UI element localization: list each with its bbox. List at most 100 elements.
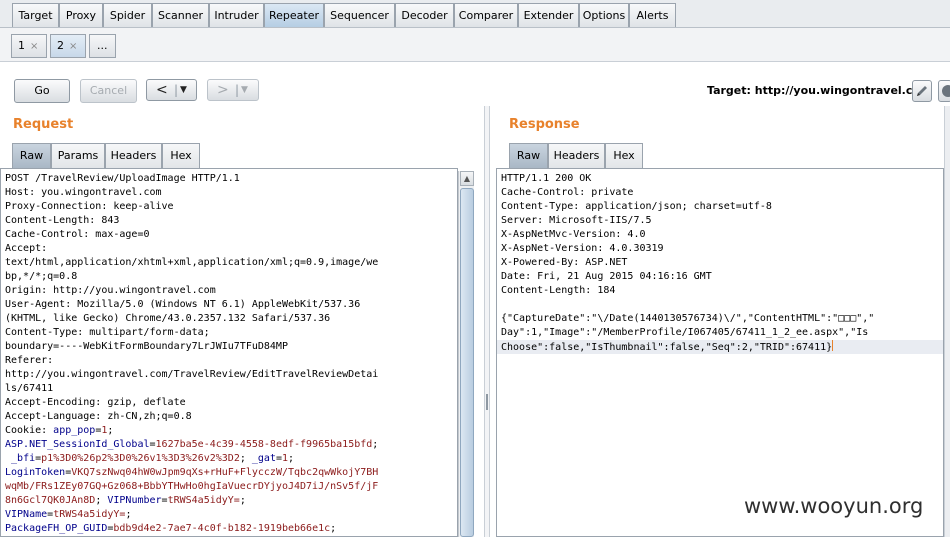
scroll-up-icon[interactable]: ▲ bbox=[460, 171, 474, 186]
question-icon[interactable] bbox=[938, 80, 950, 102]
editor-line: 8n6Gcl7QK0JAn8D; VIPNumber=tRWS4a5idyY=; bbox=[1, 494, 457, 508]
cancel-button[interactable]: Cancel bbox=[80, 79, 137, 103]
cookie-value: VKQ7szNwq04hW0wJpm9qXs+rHuF+FlycczW/Tqbc… bbox=[71, 467, 379, 478]
tab-proxy[interactable]: Proxy bbox=[59, 3, 103, 27]
tab-repeater[interactable]: Repeater bbox=[264, 3, 324, 27]
cookie-value: wqMb/FRs1ZEy07GQ+Gz068+BbbYTHwHo0hgIaVue… bbox=[5, 481, 379, 492]
main-tab-bar: Target Proxy Spider Scanner Intruder Rep… bbox=[0, 0, 950, 28]
tab-intruder[interactable]: Intruder bbox=[209, 3, 264, 27]
tab-comparer[interactable]: Comparer bbox=[454, 3, 518, 27]
line-text: Proxy-Connection: keep-alive bbox=[5, 201, 174, 212]
cookie-name: VIPNumber bbox=[107, 495, 162, 506]
cookie-name: LoginToken bbox=[5, 467, 66, 478]
request-editor[interactable]: POST /TravelReview/UploadImage HTTP/1.1 H… bbox=[0, 168, 458, 537]
back-button[interactable]: < | ▼ bbox=[146, 79, 197, 101]
cookie-value: 1627ba5e-4c39-4558-8edf-f9965ba15bfd bbox=[155, 439, 373, 450]
line-text: Server: Microsoft-IIS/7.5 bbox=[501, 215, 652, 226]
tab-alerts[interactable]: Alerts bbox=[629, 3, 676, 27]
cookie-value: bdb9d4e2-7ae7-4c0f-b182-1919beb66e1c bbox=[113, 523, 331, 534]
repeater-tab-bar: 1 × 2 × ... bbox=[0, 28, 950, 62]
cookie-name: _gat bbox=[251, 453, 276, 464]
request-tab-headers[interactable]: Headers bbox=[105, 143, 162, 168]
editor-line: bp,*/*;q=0.8 bbox=[1, 270, 457, 284]
line-text: ; bbox=[95, 495, 108, 506]
editor-line: Host: you.wingontravel.com bbox=[1, 186, 457, 200]
editor-line: Proxy-Connection: keep-alive bbox=[1, 200, 457, 214]
editor-line: Cache-Control: private bbox=[497, 186, 943, 200]
editor-line: PackageFH_OP_GUID=bdb9d4e2-7ae7-4c0f-b18… bbox=[1, 522, 457, 536]
editor-line: User-Agent: Mozilla/5.0 (Windows NT 6.1)… bbox=[1, 298, 457, 312]
editor-line: wqMb/FRs1ZEy07GQ+Gz068+BbbYTHwHo0hgIaVue… bbox=[1, 480, 457, 494]
pencil-icon[interactable] bbox=[912, 80, 932, 102]
line-text: Referer: bbox=[5, 355, 54, 366]
request-scrollbar[interactable]: ▲ bbox=[458, 171, 474, 537]
line-text: HTTP/1.1 200 OK bbox=[501, 173, 592, 184]
cookie-value: tRWS4a5idyY= bbox=[167, 495, 240, 506]
right-edge-panel bbox=[944, 106, 950, 537]
request-tab-raw[interactable]: Raw bbox=[12, 143, 51, 168]
tab-spider[interactable]: Spider bbox=[103, 3, 152, 27]
button-separator: | bbox=[235, 83, 240, 97]
watermark: www.wooyun.org bbox=[744, 494, 924, 518]
line-text: Content-Type: multipart/form-data; bbox=[5, 327, 210, 338]
go-button[interactable]: Go bbox=[14, 79, 70, 103]
line-text: ; bbox=[372, 439, 379, 450]
line-text: ; bbox=[125, 509, 132, 520]
line-text: ; bbox=[330, 523, 337, 534]
close-icon[interactable]: × bbox=[69, 41, 77, 52]
chevron-left-icon: < bbox=[156, 82, 168, 98]
line-text: Cookie: bbox=[5, 425, 54, 436]
chevron-right-icon: > bbox=[217, 82, 229, 98]
editor-line: Choose":false,"IsThumbnail":false,"Seq":… bbox=[497, 340, 943, 354]
scroll-thumb[interactable] bbox=[460, 188, 474, 537]
line-text: Accept: bbox=[5, 243, 48, 254]
editor-line: Cache-Control: max-age=0 bbox=[1, 228, 457, 242]
repeater-tab-1[interactable]: 1 × bbox=[11, 34, 47, 58]
tab-decoder[interactable]: Decoder bbox=[395, 3, 454, 27]
response-tab-headers[interactable]: Headers bbox=[548, 143, 605, 168]
line-text: X-Powered-By: ASP.NET bbox=[501, 257, 628, 268]
editor-line: X-AspNetMvc-Version: 4.0 bbox=[497, 228, 943, 242]
cookie-value: tRWS4a5idyY= bbox=[53, 509, 126, 520]
tab-scanner[interactable]: Scanner bbox=[152, 3, 209, 27]
response-title: Response bbox=[509, 117, 580, 132]
close-icon[interactable]: × bbox=[30, 41, 38, 52]
chevron-down-icon[interactable]: ▼ bbox=[241, 80, 248, 100]
response-tab-raw[interactable]: Raw bbox=[509, 143, 548, 168]
repeater-tab-label: 1 bbox=[18, 39, 25, 52]
line-text: Content-Type: application/json; charset=… bbox=[501, 201, 772, 212]
cookie-name: VIPName bbox=[5, 509, 48, 520]
editor-line: LoginToken=VKQ7szNwq04hW0wJpm9qXs+rHuF+F… bbox=[1, 466, 457, 480]
tab-options[interactable]: Options bbox=[579, 3, 629, 27]
editor-line: Origin: http://you.wingontravel.com bbox=[1, 284, 457, 298]
line-text: http://you.wingontravel.com/TravelReview… bbox=[5, 369, 379, 380]
repeater-tab-2[interactable]: 2 × bbox=[50, 34, 86, 58]
repeater-tab-label: 2 bbox=[57, 39, 64, 52]
forward-button[interactable]: > | ▼ bbox=[207, 79, 259, 101]
tab-sequencer[interactable]: Sequencer bbox=[324, 3, 395, 27]
line-text: Cache-Control: private bbox=[501, 187, 634, 198]
response-editor[interactable]: HTTP/1.1 200 OK Cache-Control: private Con… bbox=[496, 168, 944, 537]
line-text: ls/67411 bbox=[5, 383, 54, 394]
splitter-grip[interactable] bbox=[486, 394, 488, 410]
line-text: Choose":false,"IsThumbnail":false,"Seq":… bbox=[501, 342, 833, 353]
editor-line: boundary=----WebKitFormBoundary7LrJWIu7T… bbox=[1, 340, 457, 354]
request-tab-params[interactable]: Params bbox=[51, 143, 105, 168]
editor-line: text/html,application/xhtml+xml,applicat… bbox=[1, 256, 457, 270]
response-tab-hex[interactable]: Hex bbox=[605, 143, 643, 168]
pane-splitter[interactable] bbox=[484, 106, 490, 537]
tab-target[interactable]: Target bbox=[12, 3, 59, 27]
editor-line: Content-Type: application/json; charset=… bbox=[497, 200, 943, 214]
editor-line: Date: Fri, 21 Aug 2015 04:16:16 GMT bbox=[497, 270, 943, 284]
line-text: X-AspNet-Version: 4.0.30319 bbox=[501, 243, 664, 254]
tab-extender[interactable]: Extender bbox=[518, 3, 579, 27]
line-text: ; bbox=[239, 453, 252, 464]
cookie-value: p1%3D0%26p2%3D0%26v1%3D3%26v2%3D2 bbox=[41, 453, 240, 464]
chevron-down-icon[interactable]: ▼ bbox=[180, 80, 187, 100]
editor-line: Content-Type: multipart/form-data; bbox=[1, 326, 457, 340]
editor-line: http://you.wingontravel.com/TravelReview… bbox=[1, 368, 457, 382]
editor-line: X-Powered-By: ASP.NET bbox=[497, 256, 943, 270]
repeater-tab-new[interactable]: ... bbox=[89, 34, 116, 58]
request-tab-hex[interactable]: Hex bbox=[162, 143, 200, 168]
editor-line: Content-Length: 843 bbox=[1, 214, 457, 228]
